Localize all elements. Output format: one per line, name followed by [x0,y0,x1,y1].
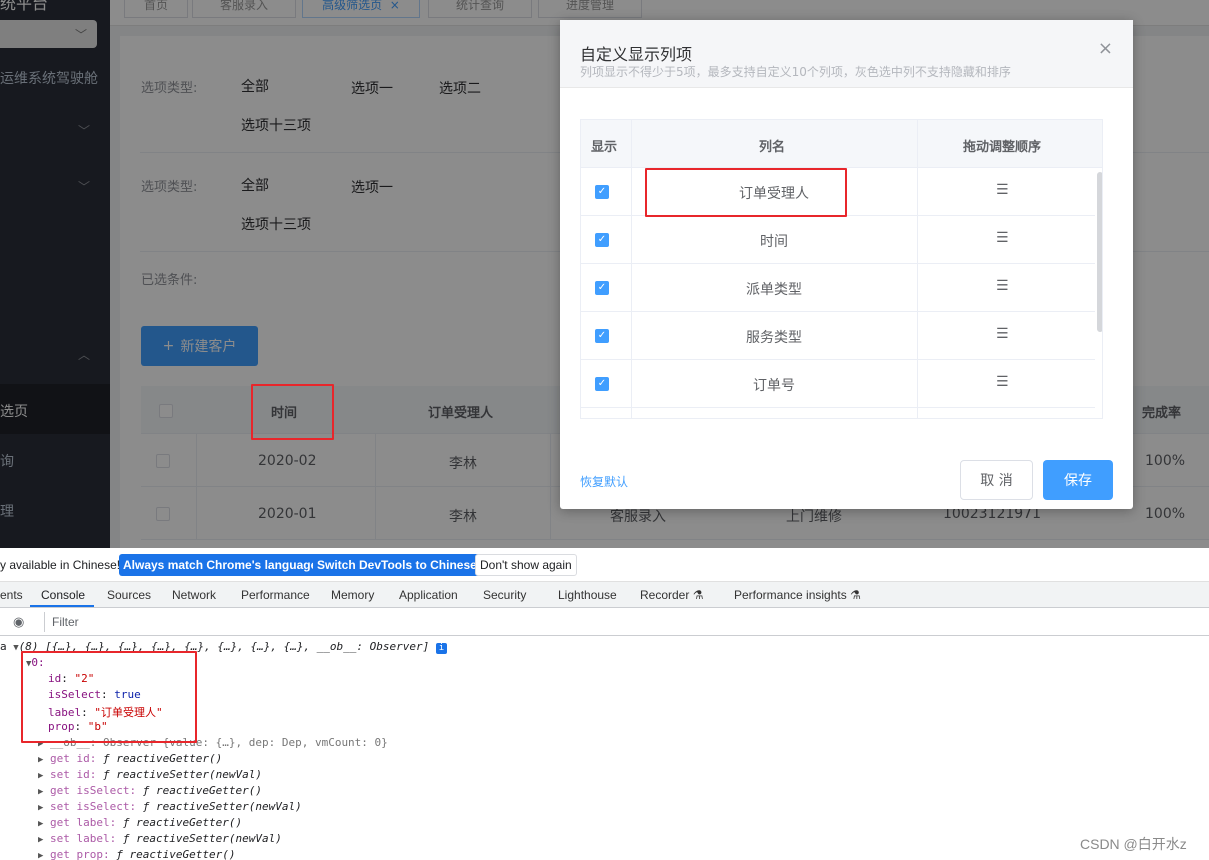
accessor-kind: set label: [50,832,117,845]
console-accessor[interactable]: ▶ set label: ƒ reactiveSetter(newVal) [38,832,282,845]
cancel-button[interactable]: 取 消 [960,460,1033,500]
console-output: a ▼(8) [{…}, {…}, {…}, {…}, {…}, {…}, {…… [0,636,1209,860]
accessor-fn: ƒ reactiveGetter() [122,816,243,829]
accessor-kind: get isSelect: [50,784,137,797]
tab-application[interactable]: Application [399,588,458,602]
console-accessor[interactable]: ▶ get label: ƒ reactiveGetter() [38,816,242,829]
column-name: 派单类型 [746,282,802,298]
tab-console[interactable]: Console [41,588,85,602]
highlight-box [21,651,197,743]
check-icon[interactable]: ✓ [595,281,609,295]
flask-icon: ⚗ [692,588,704,602]
screen: 统平台 ﹀ 运维系统驾驶舱 ﹀ ﹀ ︿ 选页 询 理 首页 客服录入 高级筛选页… [0,0,1209,860]
dialog-title: 自定义显示列项 [580,45,693,64]
tab-lighthouse[interactable]: Lighthouse [558,588,617,602]
tab-performance[interactable]: Performance [241,588,310,602]
info-icon[interactable]: i [435,643,447,654]
console-accessor[interactable]: ▶ get id: ƒ reactiveGetter() [38,752,222,765]
accessor-fn: ƒ reactiveSetter(newVal) [122,832,282,845]
admin-app: 统平台 ﹀ 运维系统驾驶舱 ﹀ ﹀ ︿ 选页 询 理 首页 客服录入 高级筛选页… [0,0,1209,548]
switch-to-chinese-button[interactable]: Switch DevTools to Chinese [313,554,481,576]
line-prefix: a [0,640,7,653]
highlight-box [251,384,334,440]
language-infobar: y available in Chinese! Always match Chr… [0,548,1209,582]
column-list-header: 显示 列名 拖动调整顺序 [581,120,1102,168]
column-row[interactable]: ✓ 服务类型 ☰ [581,312,1095,360]
dialog-subtitle: 列项显示不得少于5项，最多支持自定义10个列项，灰色选中列不支持隐藏和排序 [580,65,1011,79]
watermark: CSDN @白开水z [1080,836,1187,852]
highlight-box [645,168,847,217]
column-name: 服务类型 [746,330,802,346]
scrollbar[interactable] [1097,172,1102,332]
header-name: 列名 [759,140,786,155]
tab-performance-insights[interactable]: Performance insights ⚗ [734,588,861,602]
dont-show-again-button[interactable]: Don't show again [475,554,577,576]
accessor-fn: ƒ reactiveSetter(newVal) [142,800,302,813]
flask-icon: ⚗ [850,588,861,602]
console-accessor[interactable]: ▶ get prop: ƒ reactiveGetter() [38,848,236,860]
check-icon[interactable]: ✓ [595,329,609,343]
console-accessor[interactable]: ▶ get isSelect: ƒ reactiveGetter() [38,784,262,797]
expand-triangle-icon[interactable]: ▶ [38,771,43,781]
tab-recorder[interactable]: Recorder ⚗ [640,588,703,602]
column-row[interactable]: ✓ 时间 ☰ [581,216,1095,264]
accessor-fn: ƒ reactiveGetter() [103,752,223,765]
always-match-language-button[interactable]: Always match Chrome's language [119,554,322,576]
console-toolbar: ◉ Filter [0,608,1209,636]
drag-handle-icon[interactable]: ☰ [996,278,1009,294]
accessor-kind: set id: [50,768,97,781]
accessor-kind: get label: [50,816,117,829]
accessor-kind: get prop: [50,848,110,860]
close-icon[interactable]: × [1098,38,1113,59]
expand-triangle-icon[interactable]: ▶ [38,835,43,845]
tab-label: Recorder [640,588,690,602]
accessor-kind: set isSelect: [50,800,137,813]
expand-triangle-icon[interactable]: ▶ [38,819,43,829]
console-accessor[interactable]: ▶ set id: ƒ reactiveSetter(newVal) [38,768,262,781]
accessor-kind: get id: [50,752,97,765]
tab-label: Performance insights [734,588,847,602]
check-icon[interactable]: ✓ [595,185,609,199]
header-drag: 拖动调整顺序 [963,140,1042,155]
column-list-table: 显示 列名 拖动调整顺序 ✓ 订单受理人 ☰ ✓ 时间 ☰ ✓ 派单类型 ☰ ✓… [580,119,1103,419]
column-row[interactable]: ✓ 派单类型 ☰ [581,264,1095,312]
console-filter-input[interactable]: Filter [44,612,1209,632]
drag-handle-icon[interactable]: ☰ [996,182,1009,198]
accessor-fn: ƒ reactiveGetter() [142,784,262,797]
expand-triangle-icon[interactable]: ▶ [38,851,43,860]
check-icon[interactable]: ✓ [595,233,609,247]
accessor-fn: ƒ reactiveSetter(newVal) [103,768,262,781]
tab-network[interactable]: Network [172,588,216,602]
column-settings-dialog: 自定义显示列项 列项显示不得少于5项，最多支持自定义10个列项，灰色选中列不支持… [560,20,1133,509]
column-name: 时间 [760,234,788,250]
drag-handle-icon[interactable]: ☰ [996,230,1009,246]
eye-icon[interactable]: ◉ [13,614,24,630]
tab-security[interactable]: Security [483,588,526,602]
expand-triangle-icon[interactable]: ▶ [38,803,43,813]
restore-default-link[interactable]: 恢复默认 [580,473,628,490]
save-button[interactable]: 保存 [1043,460,1113,500]
tab-elements[interactable]: ents [0,588,23,602]
column-row[interactable]: ✓ 订单号 ☰ [581,360,1095,408]
accessor-fn: ƒ reactiveGetter() [116,848,236,860]
devtools-tabs: ents Console Sources Network Performance… [0,582,1209,608]
column-name: 订单号 [753,378,795,394]
tab-sources[interactable]: Sources [107,588,151,602]
header-show: 显示 [591,140,618,155]
tab-memory[interactable]: Memory [331,588,374,602]
infobar-text: y available in Chinese! [0,558,121,572]
drag-handle-icon[interactable]: ☰ [996,326,1009,342]
check-icon[interactable]: ✓ [595,377,609,391]
devtools-panel: y available in Chinese! Always match Chr… [0,548,1209,860]
drag-handle-icon[interactable]: ☰ [996,374,1009,390]
expand-triangle-icon[interactable]: ▶ [38,755,43,765]
dialog-header: 自定义显示列项 列项显示不得少于5项，最多支持自定义10个列项，灰色选中列不支持… [560,20,1133,88]
console-accessor[interactable]: ▶ set isSelect: ƒ reactiveSetter(newVal) [38,800,302,813]
active-tab-indicator [30,605,94,607]
expand-triangle-icon[interactable]: ▶ [38,787,43,797]
